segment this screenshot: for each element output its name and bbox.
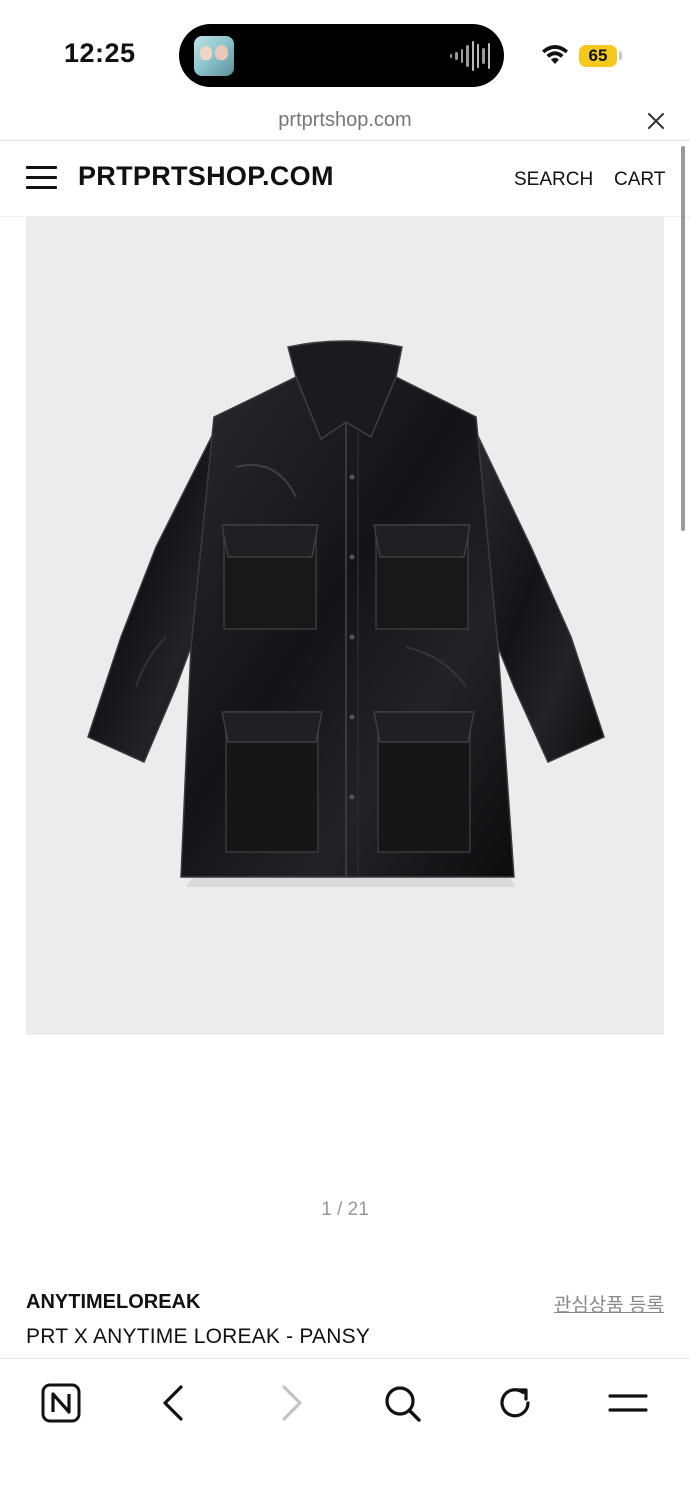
site-header: PRTPRTSHOP.COM SEARCH CART bbox=[0, 141, 690, 217]
back-icon[interactable] bbox=[153, 1381, 197, 1425]
url-text[interactable]: prtprtshop.com bbox=[0, 109, 690, 132]
url-bar[interactable]: prtprtshop.com bbox=[0, 100, 690, 141]
leather-jacket-image bbox=[87, 340, 605, 887]
wifi-icon bbox=[542, 45, 568, 64]
refresh-icon[interactable] bbox=[493, 1381, 537, 1425]
naver-n-icon[interactable] bbox=[39, 1381, 83, 1425]
site-logo[interactable]: PRTPRTSHOP.COM bbox=[78, 161, 334, 192]
hamburger-icon[interactable] bbox=[26, 166, 58, 190]
scrollbar[interactable] bbox=[681, 146, 685, 531]
album-art-icon bbox=[194, 36, 234, 76]
product-brand[interactable]: ANYTIMELOREAK bbox=[26, 1291, 200, 1314]
wishlist-link[interactable]: 관심상품 등록 bbox=[554, 1290, 664, 1317]
product-image[interactable] bbox=[26, 217, 664, 1035]
menu-icon[interactable] bbox=[606, 1381, 650, 1425]
battery-icon: 65 bbox=[579, 45, 617, 67]
dynamic-island[interactable] bbox=[179, 24, 504, 87]
close-icon[interactable] bbox=[645, 110, 667, 132]
product-name: PRT X ANYTIME LOREAK - PANSY bbox=[26, 1325, 371, 1348]
cart-link[interactable]: CART bbox=[614, 169, 665, 191]
forward-icon[interactable] bbox=[268, 1381, 312, 1425]
search-icon[interactable] bbox=[380, 1381, 424, 1425]
status-time: 12:25 bbox=[64, 38, 136, 68]
status-bar: 12:25 65 bbox=[0, 0, 690, 100]
browser-toolbar bbox=[0, 1358, 690, 1501]
battery-nub bbox=[619, 51, 622, 60]
image-pager: 1 / 21 bbox=[321, 1199, 369, 1220]
search-link[interactable]: SEARCH bbox=[514, 169, 593, 191]
waveform-icon bbox=[450, 40, 490, 72]
